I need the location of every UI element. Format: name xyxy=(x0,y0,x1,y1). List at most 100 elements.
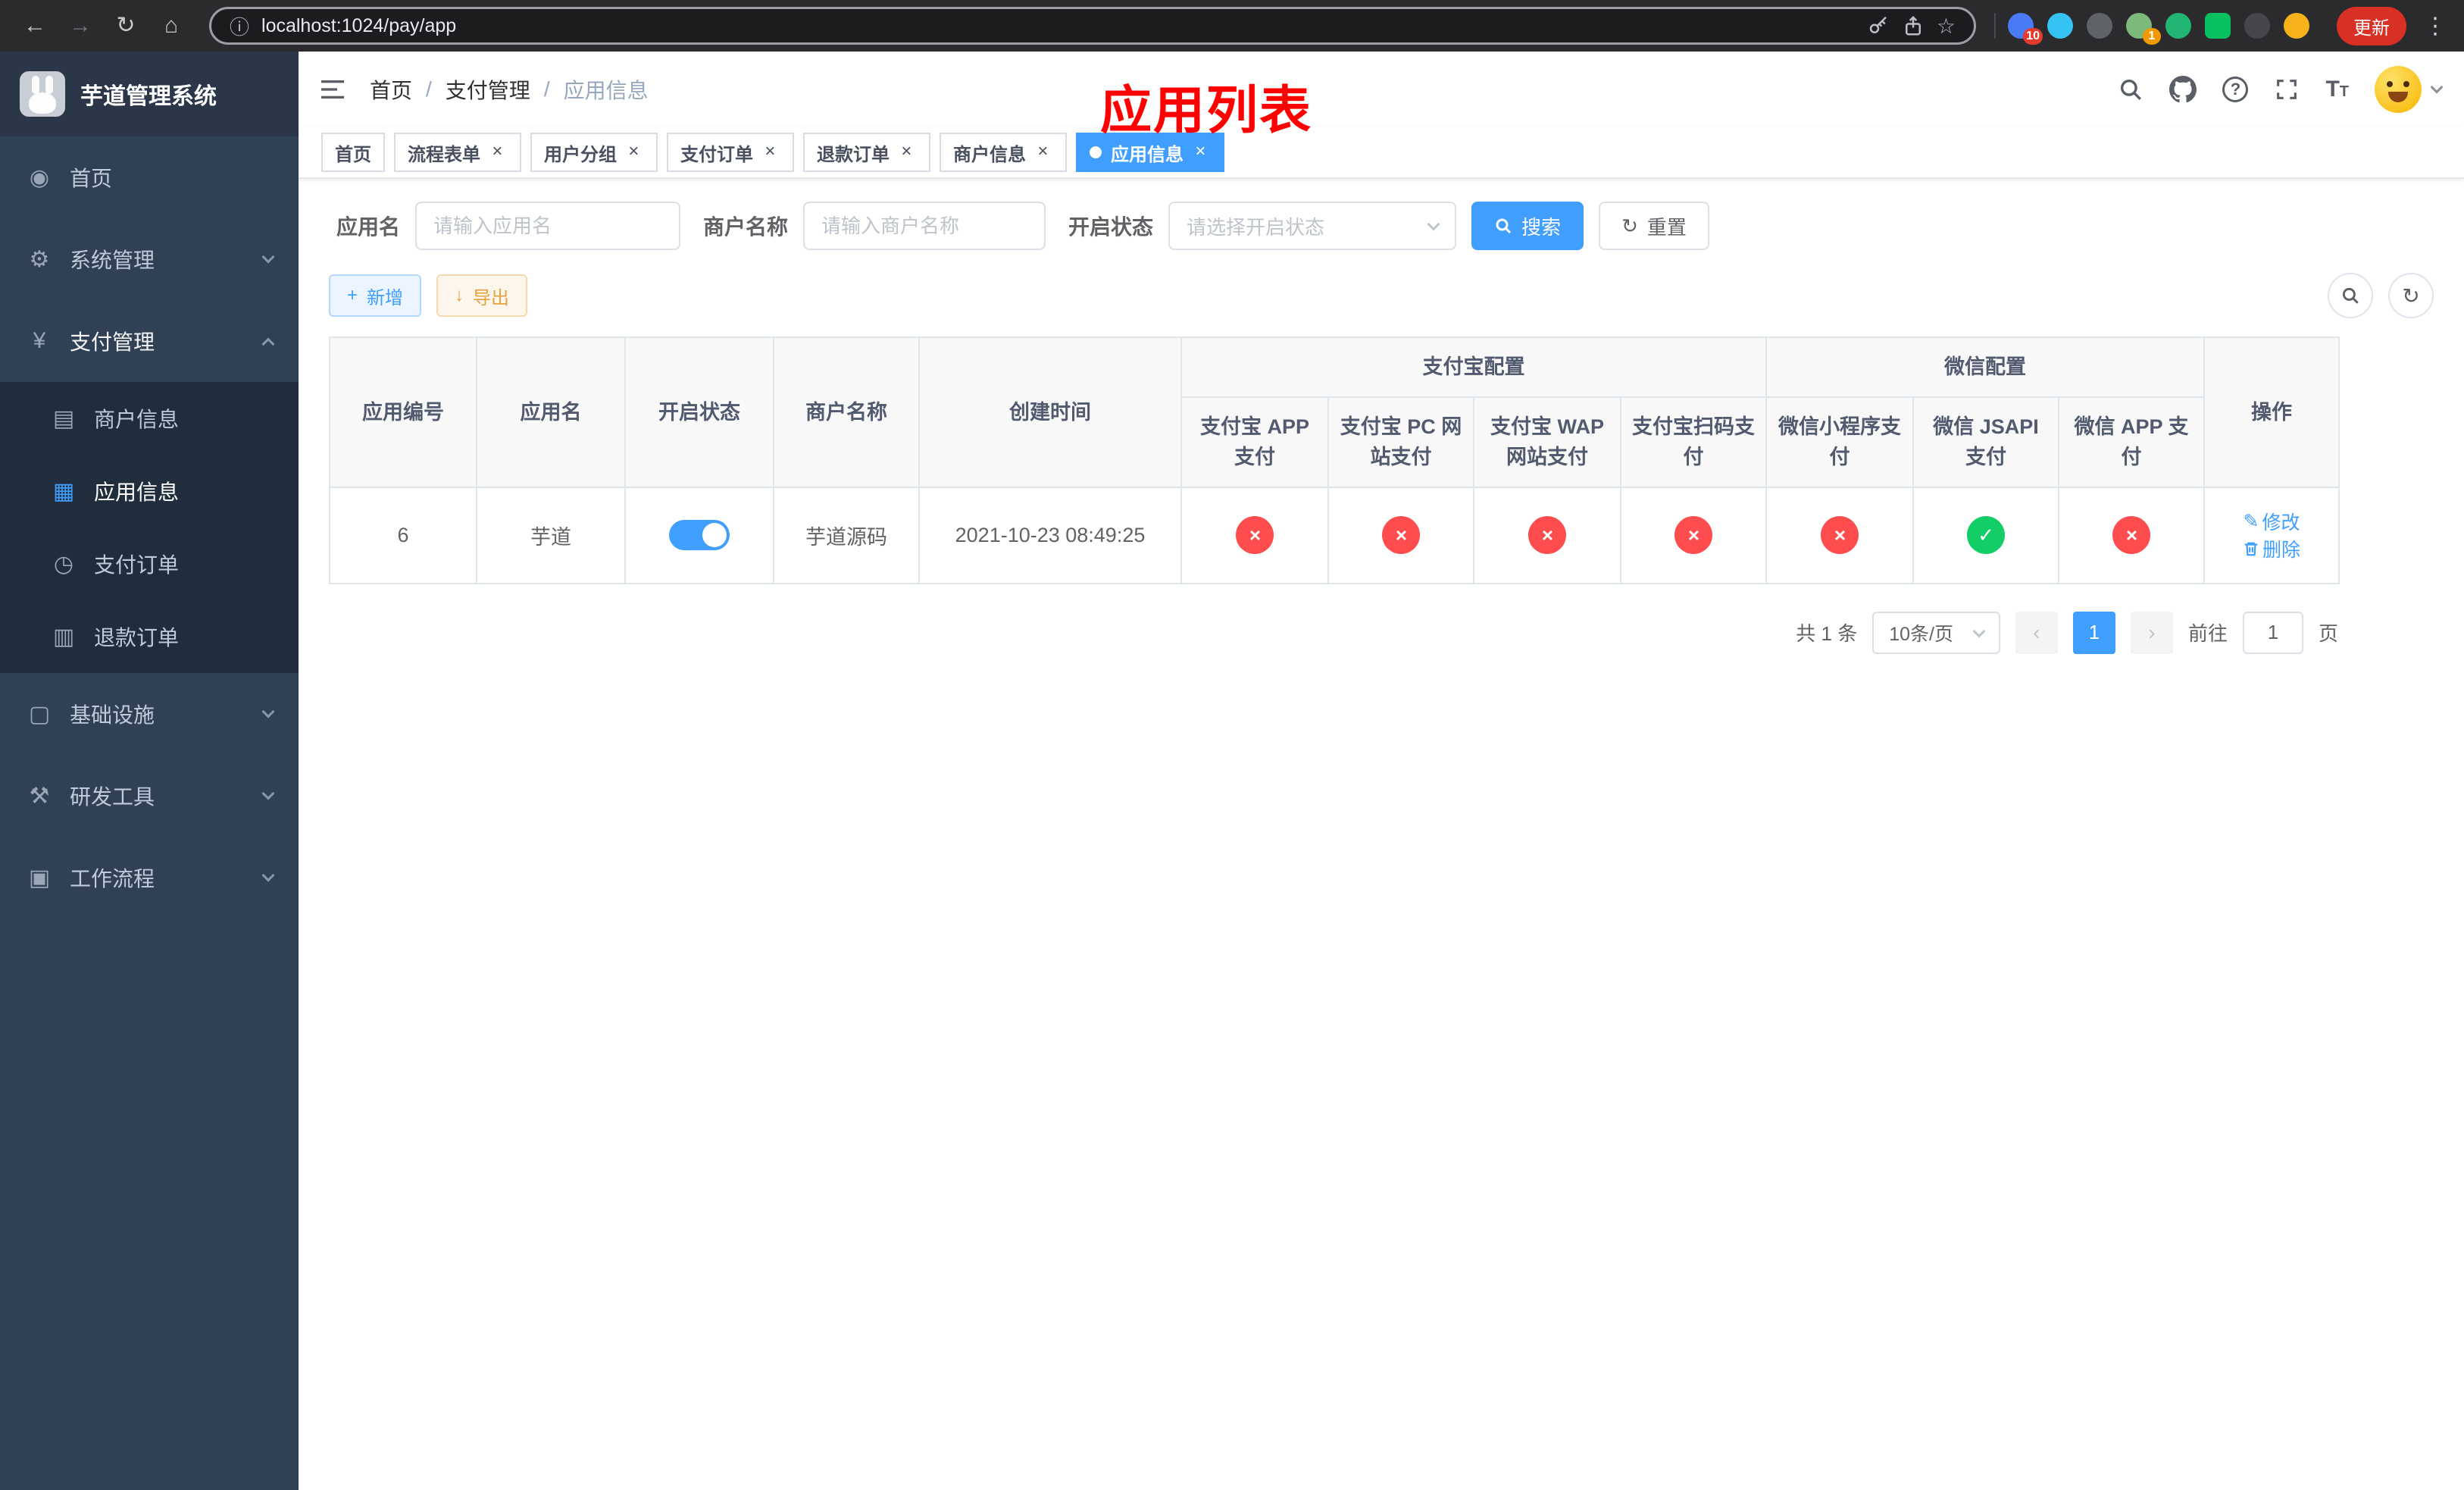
page-size-select[interactable]: 10条/页 xyxy=(1872,611,2000,654)
extension-icon-5[interactable] xyxy=(2165,13,2191,39)
avatar-face-image xyxy=(2375,66,2422,113)
chevron-down-icon xyxy=(1972,624,1986,637)
delete-link[interactable]: 删除 xyxy=(2243,535,2300,562)
sidebar-item-infrastructure[interactable]: ▢ 基础设施 xyxy=(0,673,299,755)
chevron-down-icon xyxy=(261,869,275,882)
tools-icon: ⚒ xyxy=(29,783,50,809)
logo-rabbit-image xyxy=(20,71,65,117)
status-toggle[interactable] xyxy=(669,520,730,550)
goto-page-input[interactable] xyxy=(2242,611,2303,654)
close-icon[interactable]: × xyxy=(759,142,780,163)
alipay-wap-disabled-icon: × xyxy=(1528,516,1566,554)
sidebar-item-label: 支付管理 xyxy=(70,330,155,354)
close-icon[interactable]: × xyxy=(1190,142,1211,163)
browser-update-button[interactable]: 更新 xyxy=(2337,6,2406,45)
app-table: 应用编号 应用名 开启状态 商户名称 创建时间 支付宝配置 微信配置 操作 支付… xyxy=(329,336,2340,584)
back-icon[interactable]: ← xyxy=(15,6,55,45)
merchant-name-input[interactable] xyxy=(803,202,1046,250)
refresh-icon: ↻ xyxy=(1621,214,1638,237)
cell-status xyxy=(624,486,774,584)
url-bar[interactable]: ⓘ localhost:1024/pay/app ☆ xyxy=(209,7,1976,45)
page-content: 应用名 商户名称 开启状态 请选择开启状态 搜索 ↻ 重置 xyxy=(299,179,2464,1490)
edit-link[interactable]: ✎ 修改 xyxy=(2244,508,2300,535)
extension-icon-6[interactable] xyxy=(2205,13,2231,39)
user-avatar[interactable] xyxy=(2375,66,2444,113)
tab-user-group[interactable]: 用户分组 × xyxy=(530,133,658,172)
sidebar-item-merchant-info[interactable]: ▤ 商户信息 xyxy=(0,382,299,455)
refresh-table-button[interactable]: ↻ xyxy=(2388,273,2434,318)
reload-icon[interactable]: ↻ xyxy=(106,6,145,45)
sidebar-item-refund-order[interactable]: ▥ 退款订单 xyxy=(0,600,299,673)
cell-wx-app: × xyxy=(2057,486,2206,584)
browser-chrome: ← → ↻ ⌂ ⓘ localhost:1024/pay/app ☆ 10 1 … xyxy=(0,0,2464,52)
chevron-down-icon xyxy=(261,250,275,264)
export-button[interactable]: ↓ 导出 xyxy=(436,274,528,317)
chevron-down-icon xyxy=(2430,80,2444,94)
sidebar-item-workflow[interactable]: ▣ 工作流程 xyxy=(0,837,299,919)
col-group-alipay: 支付宝配置 xyxy=(1180,336,1767,398)
search-icon[interactable] xyxy=(2118,77,2143,102)
github-icon[interactable] xyxy=(2169,76,2197,103)
refund-doc-icon: ▥ xyxy=(52,624,75,650)
col-group-wechat: 微信配置 xyxy=(1765,336,2206,398)
bookmark-star-icon[interactable]: ☆ xyxy=(1937,14,1956,39)
close-icon[interactable]: × xyxy=(896,142,917,163)
tab-flow-form[interactable]: 流程表单 × xyxy=(394,133,521,172)
close-icon[interactable]: × xyxy=(623,142,644,163)
sidebar-item-label: 首页 xyxy=(70,167,113,190)
font-size-icon[interactable]: TT xyxy=(2325,77,2349,102)
app-name-input[interactable] xyxy=(415,202,681,250)
tab-home[interactable]: 首页 xyxy=(321,133,385,172)
close-icon[interactable]: × xyxy=(1032,142,1053,163)
breadcrumb-home[interactable]: 首页 xyxy=(370,74,412,105)
extension-icon-2[interactable] xyxy=(2047,13,2073,39)
site-info-icon[interactable]: ⓘ xyxy=(230,12,249,40)
page-1-button[interactable]: 1 xyxy=(2072,611,2115,654)
fullscreen-icon[interactable] xyxy=(2274,77,2300,102)
alipay-app-disabled-icon: × xyxy=(1236,516,1274,554)
chevron-up-icon xyxy=(261,337,275,351)
share-icon[interactable] xyxy=(1902,14,1925,37)
breadcrumb-separator: / xyxy=(543,77,550,101)
sidebar-item-label: 支付订单 xyxy=(94,553,180,577)
sidebar-item-home[interactable]: ◉ 首页 xyxy=(0,136,299,218)
sidebar-item-system[interactable]: ⚙ 系统管理 xyxy=(0,218,299,300)
main-area: 应用列表 首页 / 支付管理 / 应用信息 ? TT 首页 流程表单 × 用户分… xyxy=(299,52,2464,1490)
chevron-down-icon xyxy=(1427,218,1440,231)
toggle-search-button[interactable] xyxy=(2328,273,2373,318)
workflow-icon: ▣ xyxy=(28,865,51,891)
password-key-icon[interactable] xyxy=(1867,14,1890,37)
help-icon[interactable]: ? xyxy=(2222,77,2249,102)
prev-page-button[interactable]: ‹ xyxy=(2015,611,2058,654)
breadcrumb-payment[interactable]: 支付管理 xyxy=(446,74,530,105)
browser-menu-icon[interactable]: ⋮ xyxy=(2422,13,2449,39)
tags-view-bar: 首页 流程表单 × 用户分组 × 支付订单 × 退款订单 × 商户信息 × 应用信息 × xyxy=(299,127,2464,179)
extension-icon-1[interactable]: 10 xyxy=(2008,13,2043,45)
url-text: localhost:1024/pay/app xyxy=(261,14,457,36)
sidebar-item-devtools[interactable]: ⚒ 研发工具 xyxy=(0,755,299,837)
next-page-button[interactable]: › xyxy=(2130,611,2173,654)
sidebar-item-payment[interactable]: ¥ 支付管理 xyxy=(0,300,299,382)
tab-pay-order[interactable]: 支付订单 × xyxy=(667,133,794,172)
sidebar-item-label: 应用信息 xyxy=(94,480,180,504)
sidebar-item-pay-order[interactable]: ◷ 支付订单 xyxy=(0,527,299,600)
add-button[interactable]: + 新增 xyxy=(329,274,422,317)
collapse-sidebar-icon[interactable] xyxy=(321,76,349,103)
forward-icon[interactable]: → xyxy=(61,6,100,45)
extension-icon-3[interactable] xyxy=(2087,13,2112,39)
status-select[interactable]: 请选择开启状态 xyxy=(1168,202,1457,250)
close-icon[interactable]: × xyxy=(486,142,508,163)
sidebar-item-app-info[interactable]: ▦ 应用信息 xyxy=(0,455,299,527)
search-button[interactable]: 搜索 xyxy=(1471,202,1584,250)
plus-icon: + xyxy=(347,285,358,305)
reset-button[interactable]: ↻ 重置 xyxy=(1599,202,1709,250)
tab-merchant-info[interactable]: 商户信息 × xyxy=(940,133,1067,172)
top-navbar: 首页 / 支付管理 / 应用信息 ? TT xyxy=(299,52,2464,127)
extension-badge: 1 xyxy=(2143,28,2161,45)
home-icon[interactable]: ⌂ xyxy=(152,6,191,45)
extension-icon-7[interactable] xyxy=(2244,13,2270,39)
profile-avatar-icon[interactable] xyxy=(2284,13,2309,39)
sidebar-logo[interactable]: 芋道管理系统 xyxy=(0,52,299,136)
tab-refund-order[interactable]: 退款订单 × xyxy=(803,133,930,172)
extension-icon-4[interactable]: 1 xyxy=(2126,13,2161,45)
